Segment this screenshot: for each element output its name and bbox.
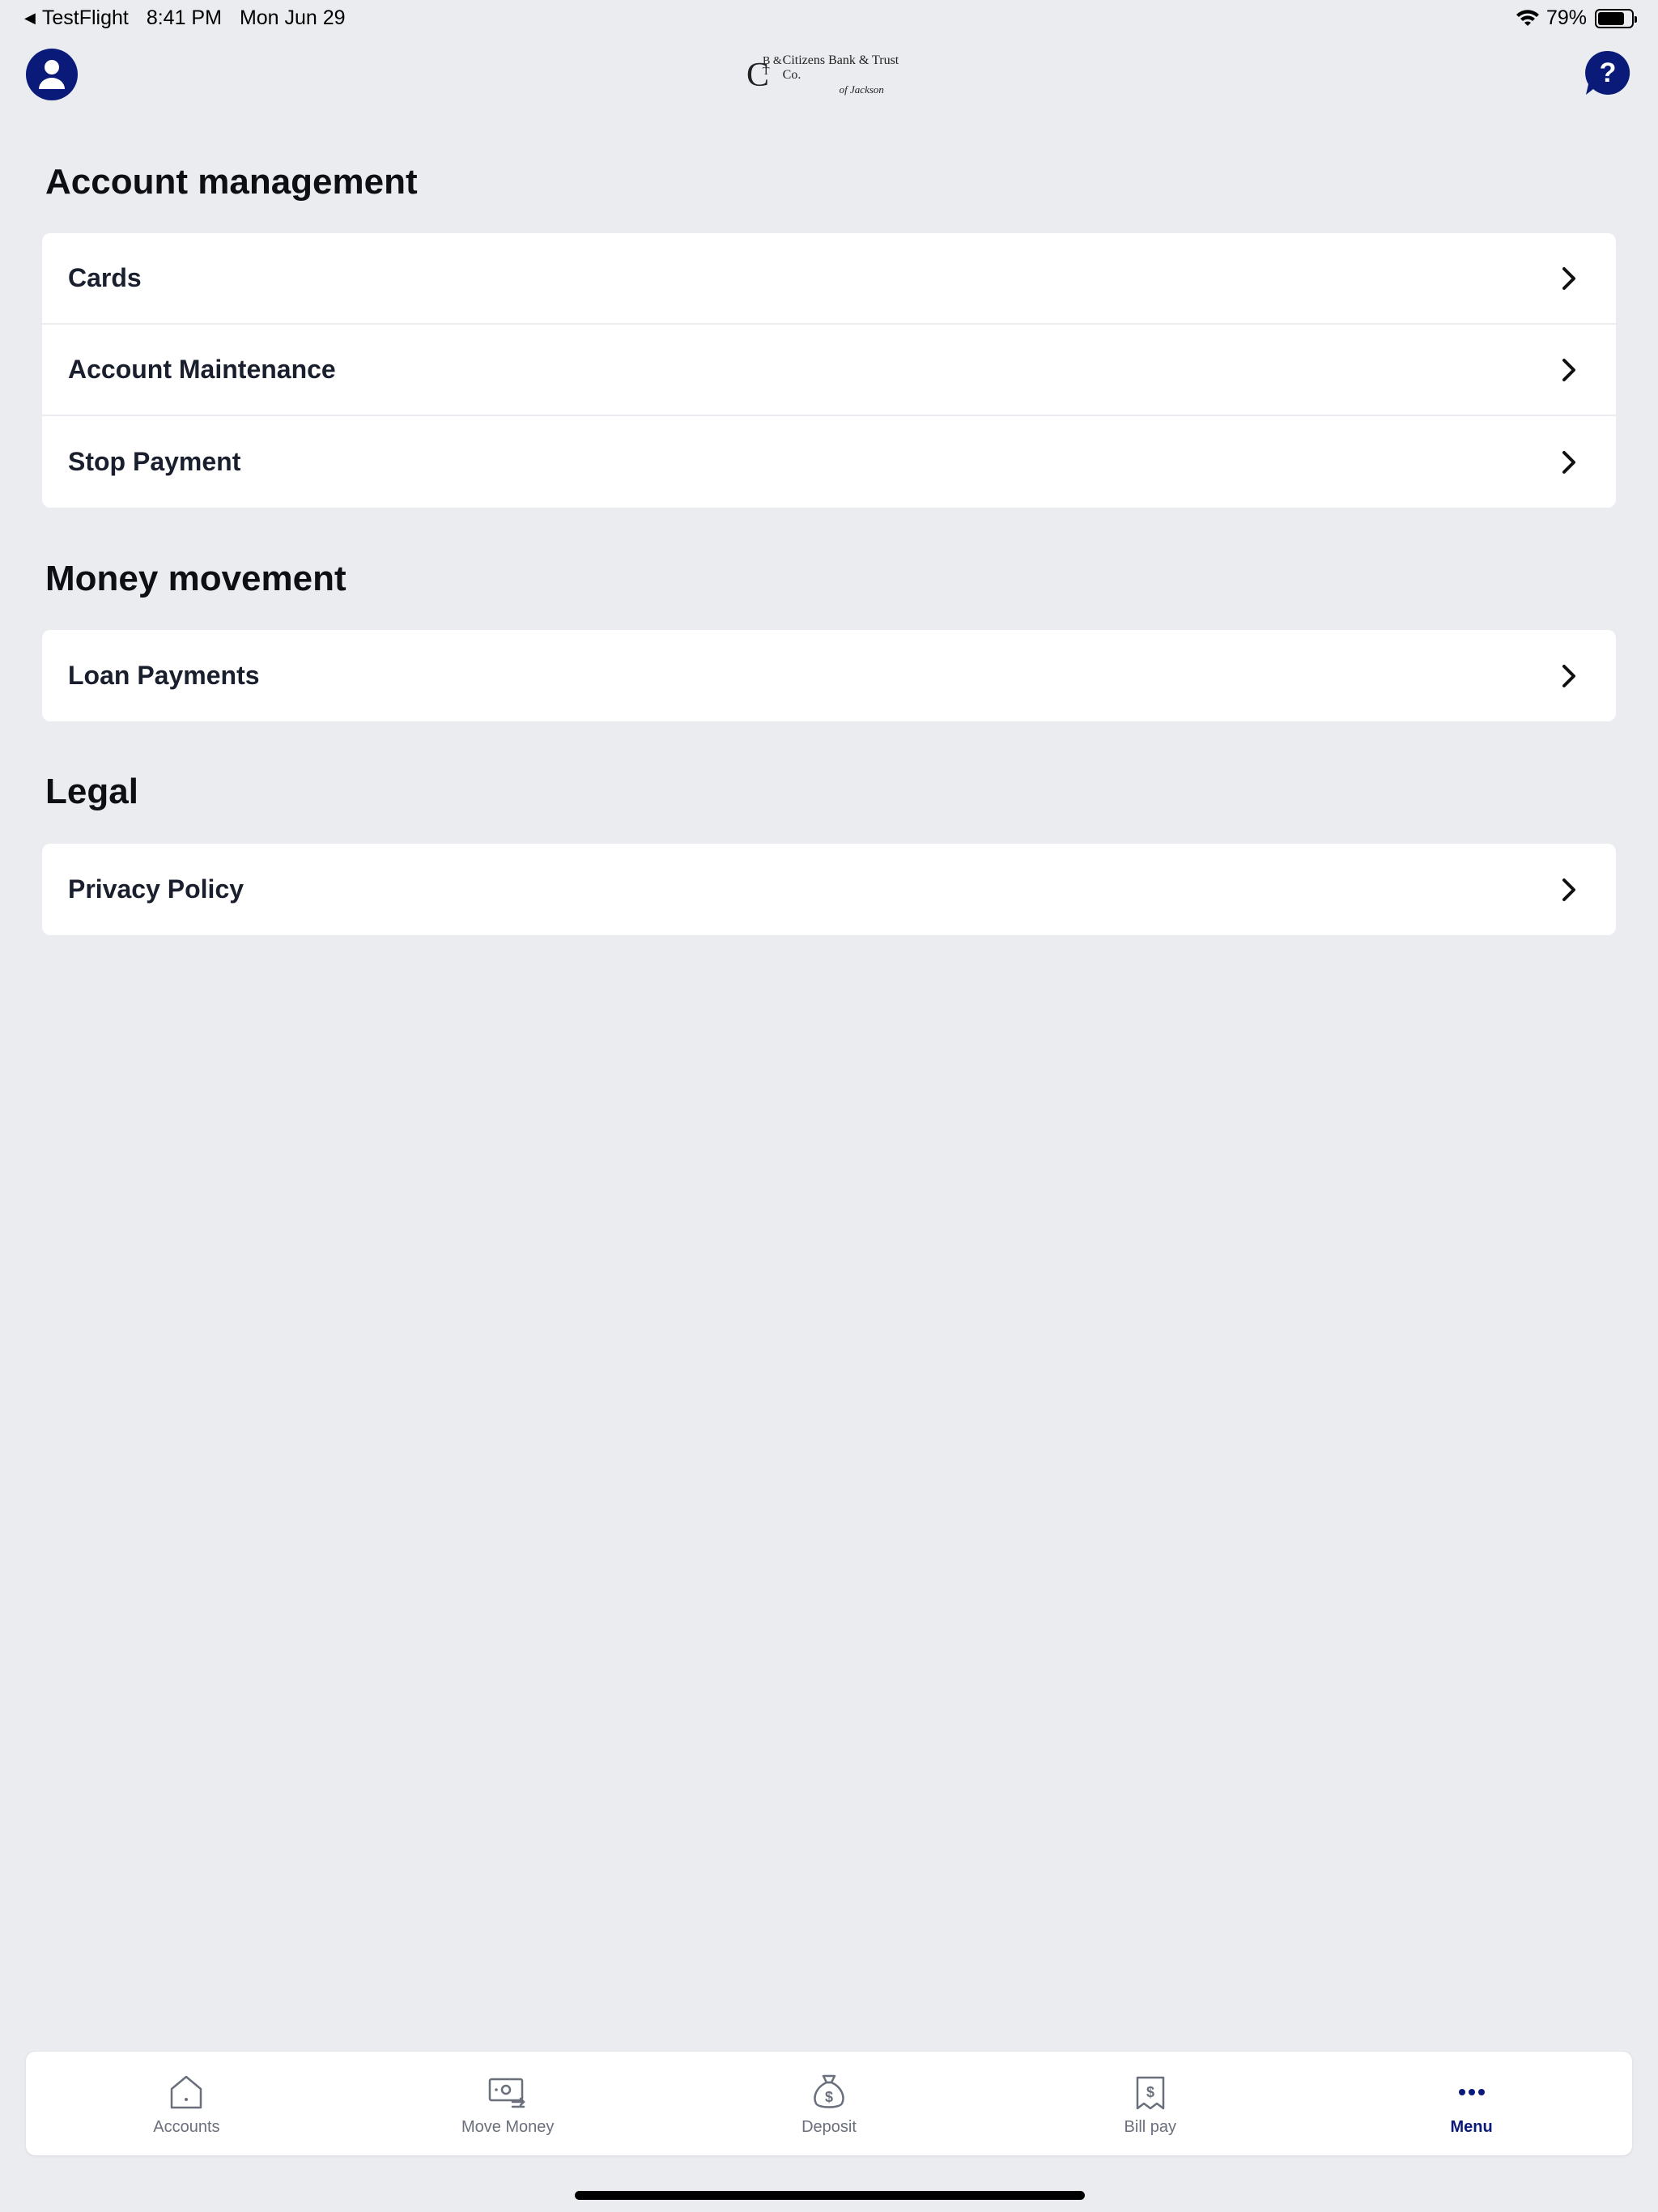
logo-text: Citizens Bank & Trust Co. of Jackson	[782, 53, 899, 96]
chevron-right-icon	[1562, 664, 1575, 687]
menu-item-cards[interactable]: Cards	[42, 233, 1616, 325]
wifi-icon	[1516, 9, 1539, 26]
menu-item-loan-payments[interactable]: Loan Payments	[42, 630, 1616, 721]
menu-item-label: Cards	[68, 263, 142, 292]
logo-mark: C B & T	[746, 55, 782, 95]
svg-text:$: $	[1146, 2084, 1154, 2100]
tab-label: Menu	[1450, 2117, 1493, 2136]
menu-item-label: Privacy Policy	[68, 874, 244, 904]
battery-icon	[1595, 8, 1637, 28]
svg-text:$: $	[825, 2089, 833, 2105]
menu-item-account-maintenance[interactable]: Account Maintenance	[42, 325, 1616, 416]
money-transfer-icon	[488, 2078, 525, 2108]
menu-item-label: Stop Payment	[68, 447, 241, 476]
battery-fill	[1598, 11, 1624, 25]
chevron-right-icon	[1562, 358, 1575, 381]
section-title-legal: Legal	[45, 772, 138, 811]
menu-item-privacy-policy[interactable]: Privacy Policy	[42, 844, 1616, 935]
status-date: Mon Jun 29	[239, 6, 346, 29]
menu-item-label: Loan Payments	[68, 661, 260, 690]
help-chat-icon[interactable]: ?	[1584, 49, 1632, 97]
tab-bill-pay[interactable]: $ Bill pay	[989, 2052, 1311, 2155]
user-icon	[39, 60, 65, 89]
chevron-right-icon	[1562, 878, 1575, 901]
bill-icon: $	[1136, 2076, 1165, 2109]
legal-card: Privacy Policy	[42, 844, 1616, 935]
svg-text:?: ?	[1600, 57, 1617, 88]
tab-label: Bill pay	[1124, 2117, 1177, 2136]
more-icon	[1458, 2088, 1485, 2095]
home-indicator[interactable]	[575, 2191, 1085, 2200]
bottom-tab-bar: Accounts Move Money $ Deposit $ Bill pay	[26, 2052, 1632, 2155]
money-bag-icon: $	[814, 2074, 844, 2108]
battery-percent: 79%	[1545, 6, 1587, 29]
status-bar: ◀ TestFlight 8:41 PM Mon Jun 29 79%	[0, 0, 1658, 39]
section-title-account-management: Account management	[45, 162, 418, 202]
section-title-money-movement: Money movement	[45, 559, 346, 598]
account-management-card: Cards Account Maintenance Stop Payment	[42, 233, 1616, 508]
tab-deposit[interactable]: $ Deposit	[669, 2052, 990, 2155]
back-app-label[interactable]: TestFlight	[42, 6, 129, 30]
home-icon	[171, 2075, 202, 2108]
tab-label: Accounts	[153, 2117, 220, 2136]
tab-move-money[interactable]: Move Money	[347, 2052, 669, 2155]
menu-item-label: Account Maintenance	[68, 355, 336, 384]
money-movement-card: Loan Payments	[42, 630, 1616, 721]
back-triangle-icon[interactable]: ◀	[24, 10, 36, 27]
status-time: 8:41 PM	[146, 6, 222, 29]
bank-logo: C B & T Citizens Bank & Trust Co. of Jac…	[746, 53, 916, 97]
tab-accounts[interactable]: Accounts	[26, 2052, 347, 2155]
menu-item-stop-payment[interactable]: Stop Payment	[42, 416, 1616, 508]
chevron-right-icon	[1562, 450, 1575, 474]
tab-menu[interactable]: Menu	[1311, 2052, 1632, 2155]
top-header: C B & T Citizens Bank & Trust Co. of Jac…	[0, 39, 1658, 112]
tab-label: Deposit	[801, 2117, 857, 2136]
chevron-right-icon	[1562, 266, 1575, 290]
tab-label: Move Money	[461, 2117, 555, 2136]
profile-button[interactable]	[26, 49, 78, 100]
